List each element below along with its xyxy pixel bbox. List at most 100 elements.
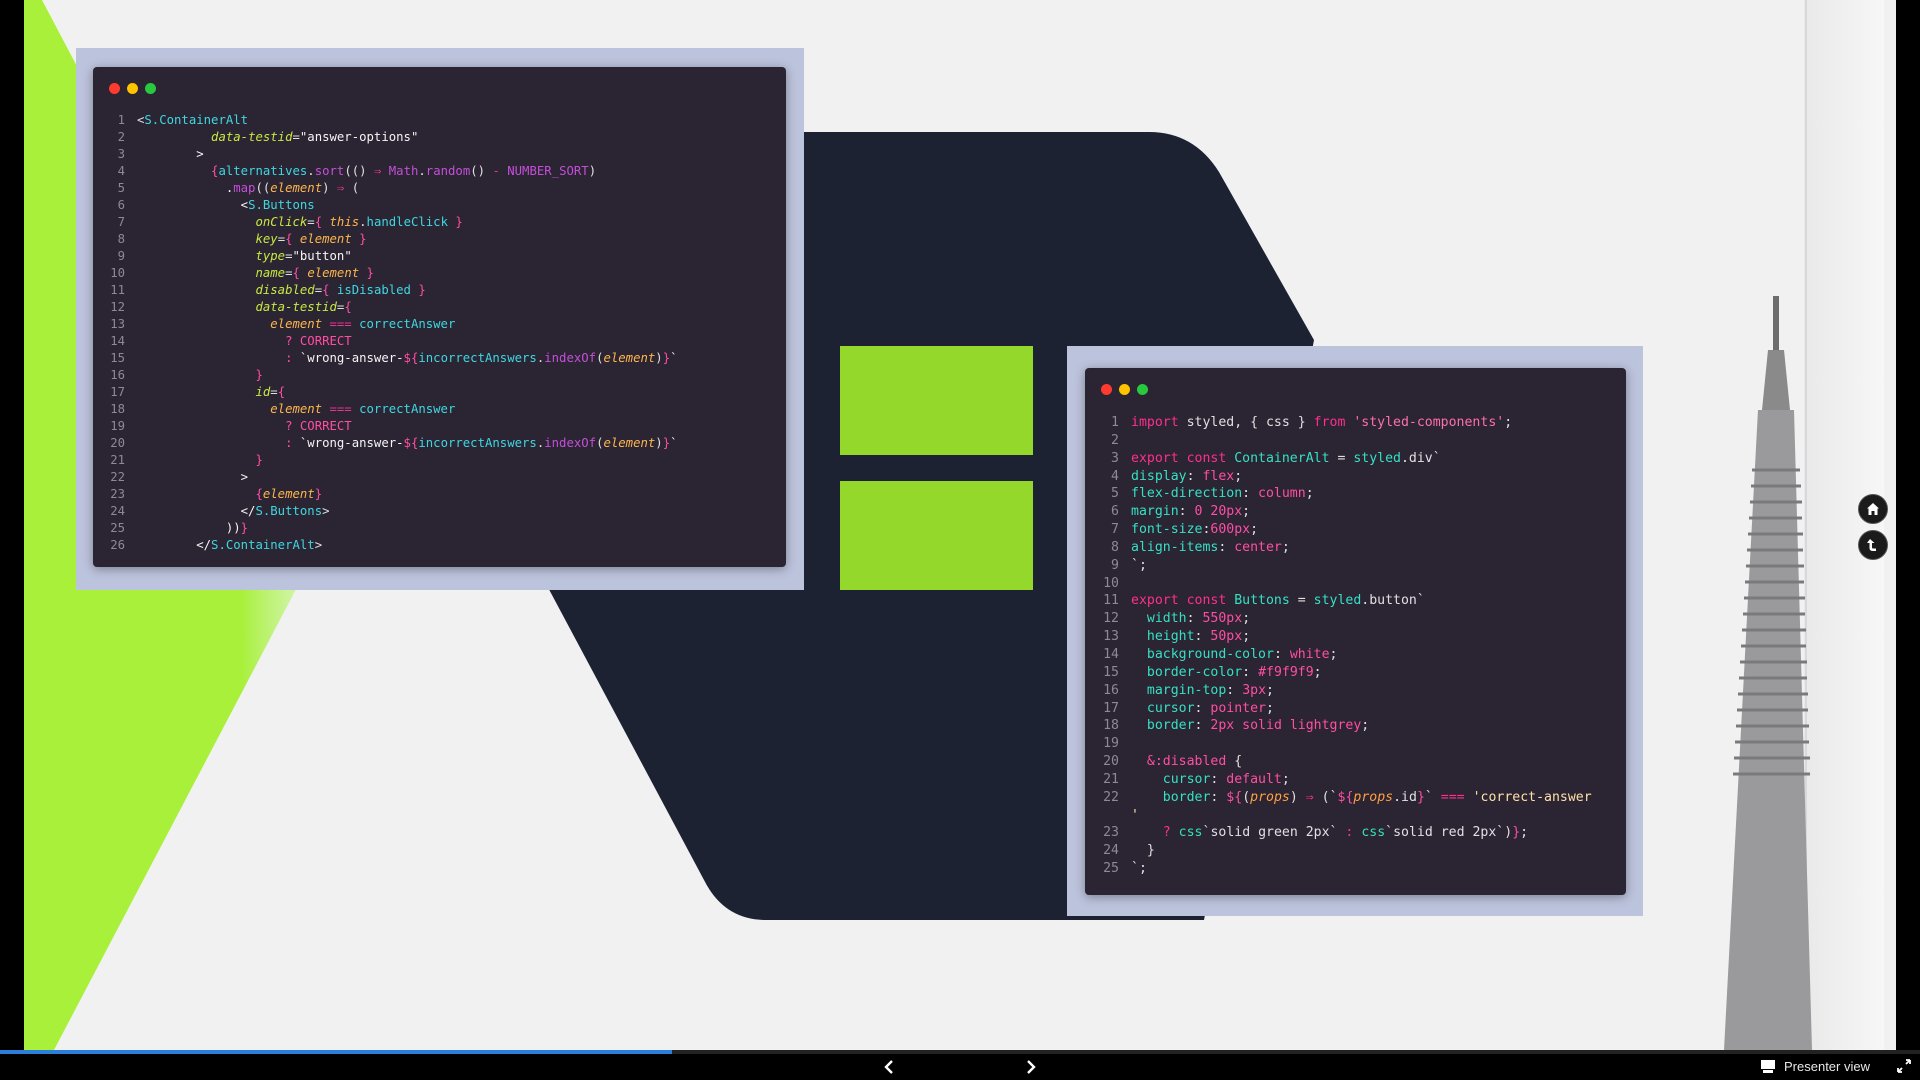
code-text: height: 50px; <box>1131 628 1626 646</box>
code-token: props <box>1353 789 1394 805</box>
line-number: 11 <box>1103 593 1119 609</box>
code-token: { <box>344 300 352 314</box>
code-token: S.Buttons <box>248 198 315 212</box>
return-button[interactable] <box>1858 530 1888 560</box>
code-token: } <box>1416 789 1425 805</box>
code-line: 3 > <box>93 146 786 163</box>
code-token: ContainerAlt <box>1234 450 1330 466</box>
code-token: ; <box>1361 718 1370 734</box>
code-text: ))} <box>137 520 786 537</box>
code-token: = <box>1289 593 1314 609</box>
code-token: ${ <box>1337 789 1354 805</box>
code-token: width <box>1146 611 1187 627</box>
code-line: 24 } <box>1085 842 1626 860</box>
line-number: 7 <box>117 215 125 229</box>
code-line: 23 {element} <box>93 486 786 503</box>
code-text: .map((element) ⇒ ( <box>137 180 786 197</box>
code-token: element <box>299 232 352 246</box>
window-controls <box>1101 384 1148 395</box>
line-number: 5 <box>117 181 125 195</box>
code-token: : <box>1242 664 1259 680</box>
line-number: 11 <box>110 283 125 297</box>
code-line: 24 </S.Buttons> <box>93 503 786 520</box>
code-token: ) <box>655 436 663 450</box>
line-number: 10 <box>1103 575 1119 591</box>
code-line: 5 .map((element) ⇒ ( <box>93 180 786 197</box>
code-token: = <box>285 266 293 280</box>
code-token: .button` <box>1361 593 1425 609</box>
presenter-icon <box>1761 1059 1775 1073</box>
code-token: === <box>329 402 352 416</box>
code-token: : <box>1178 504 1195 520</box>
code-line: 2 data-testid="answer-options" <box>93 129 786 146</box>
code-token: ) <box>588 164 597 178</box>
line-number: 4 <box>117 164 125 178</box>
line-number: 8 <box>117 232 125 246</box>
code-line: 8 align-items: center; <box>1085 539 1626 557</box>
code-line: 6 <S.Buttons <box>93 197 786 214</box>
code-token: 3px <box>1242 682 1267 698</box>
code-token: correctAnswer <box>359 402 456 416</box>
fullscreen-icon[interactable] <box>1896 1058 1912 1074</box>
code-token: NUMBER_SORT <box>507 164 589 178</box>
code-token: 0 20px <box>1194 504 1243 520</box>
next-slide-button[interactable] <box>1018 1055 1044 1079</box>
code-token: ; <box>1266 682 1274 698</box>
code-line: 19 <box>1085 735 1626 753</box>
line-number: 4 <box>1111 468 1119 484</box>
code-token: > <box>314 538 323 552</box>
code-token: S.Buttons <box>255 504 323 518</box>
progress-fill <box>0 1050 672 1054</box>
close-dot <box>1101 384 1112 395</box>
line-number: 14 <box>1103 646 1119 662</box>
code-line: 15 border-color: #f9f9f9; <box>1085 664 1626 682</box>
presenter-view-button[interactable]: Presenter view <box>1760 1055 1870 1077</box>
code-line: 4 display: flex; <box>1085 468 1626 486</box>
code-token: } <box>255 368 263 382</box>
home-button[interactable] <box>1858 494 1888 524</box>
code-token: "answer-options" <box>299 130 419 144</box>
progress-bar[interactable] <box>0 1050 1920 1054</box>
code-line: 22 border: ${(props) ⇒ (`${props.id}` ==… <box>1085 789 1626 807</box>
home-icon <box>1867 503 1879 515</box>
code-text: border: ${(props) ⇒ (`${props.id}` === '… <box>1131 789 1626 807</box>
line-number: 18 <box>1103 718 1119 734</box>
code-line: 25 ))} <box>93 520 786 537</box>
code-line: 17 cursor: pointer; <box>1085 700 1626 718</box>
code-token: ( <box>344 181 360 195</box>
code-token: "button" <box>292 249 352 263</box>
code-line: 7 onClick={ this.handleClick } <box>93 214 786 231</box>
code-token: data-testid <box>255 300 337 314</box>
code-text: export const Buttons = styled.button` <box>1131 592 1626 610</box>
code-token: } <box>351 232 367 246</box>
code-line: 19 ? CORRECT <box>93 418 786 435</box>
code-line: 2 <box>1085 432 1626 450</box>
code-token: } <box>240 521 249 535</box>
code-token: = <box>270 385 278 399</box>
code-text: id={ <box>137 384 786 401</box>
code-token: ; <box>1234 468 1243 484</box>
code-token: onClick <box>255 215 308 229</box>
code-token: ? <box>1162 825 1171 841</box>
code-token: default <box>1226 771 1282 787</box>
line-number: 3 <box>117 147 125 161</box>
code-line: 9 type="button" <box>93 248 786 265</box>
code-window-jsx: 1 <S.ContainerAlt 2 data-testid="answer-op… <box>93 67 786 567</box>
previous-slide-button[interactable] <box>876 1055 902 1079</box>
code-line: 8 key={ element } <box>93 231 786 248</box>
code-token: } <box>359 266 374 280</box>
code-text: cursor: pointer; <box>1131 700 1626 718</box>
code-token: < <box>137 198 249 212</box>
code-line: 4 {alternatives.sort(() ⇒ Math.random() … <box>93 163 786 180</box>
code-token: ` <box>670 351 678 365</box>
line-number: 24 <box>110 504 125 518</box>
